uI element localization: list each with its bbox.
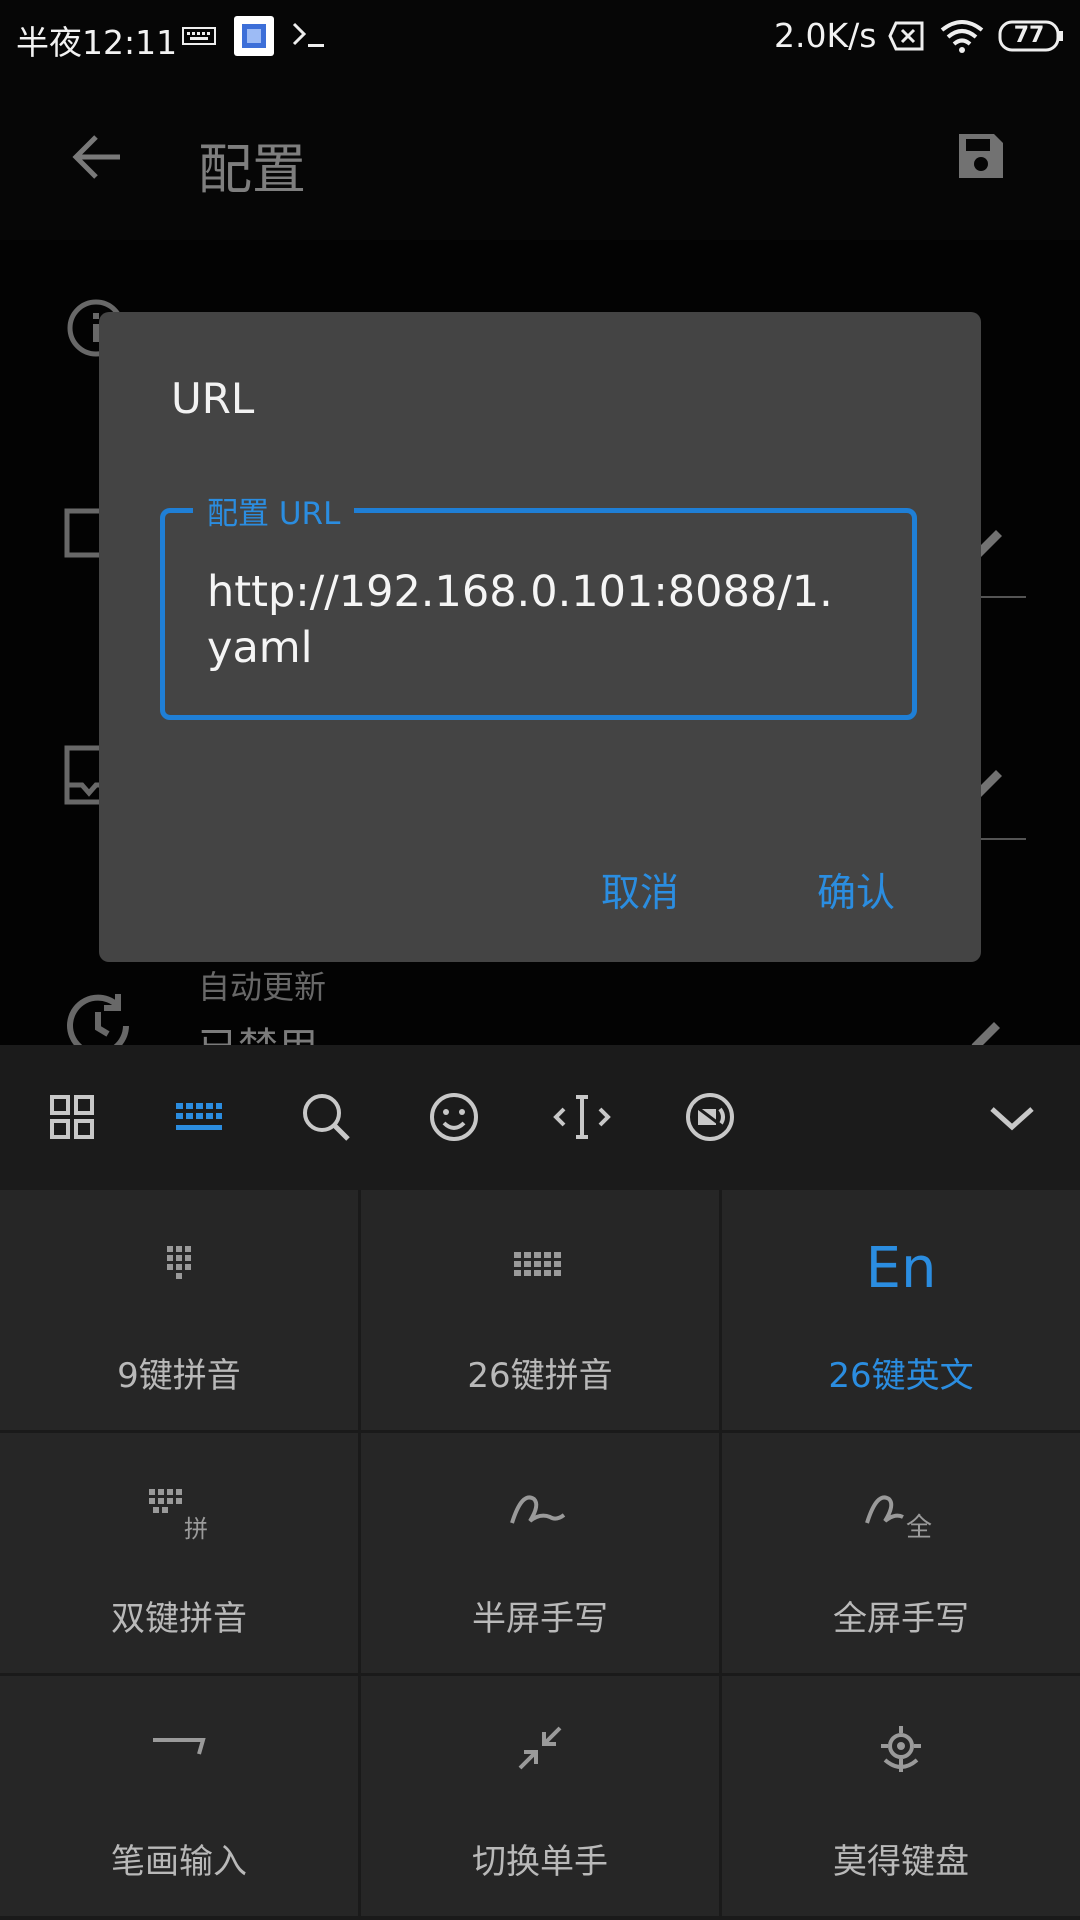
mode-one-handed[interactable]: 切换单手 [361,1676,719,1916]
status-time: 半夜12:11 [16,23,178,62]
emoji-icon[interactable] [418,1081,490,1153]
keyboard-layout-icon[interactable] [162,1081,234,1153]
terminal-icon [290,20,330,56]
dialog-title: URL [171,374,255,423]
url-input-value[interactable]: http://192.168.0.101:8088/1.yaml [207,564,847,676]
mode-9key-pinyin[interactable]: 9键拼音 [0,1190,358,1430]
mode-full-screen-handwriting[interactable]: 全 全屏手写 [722,1433,1080,1673]
network-speed: 2.0K/s [774,16,877,55]
voice-input-icon[interactable] [674,1081,746,1153]
keyboard-notification-icon [182,24,216,52]
url-dialog: URL 配置 URL http://192.168.0.101:8088/1.y… [99,312,981,962]
handwriting-icon [361,1477,719,1557]
mode-label: 笔画输入 [111,1842,247,1882]
mode-26key-english[interactable]: En 26键英文 [722,1190,1080,1430]
wifi-icon [940,18,984,58]
mode-26key-pinyin[interactable]: 26键拼音 [361,1190,719,1430]
status-bar: 半夜12:11 2.0K/s 77 [0,0,1080,75]
app-notification-icon [234,16,274,60]
mode-double-key-pinyin[interactable]: 拼 双键拼音 [0,1433,358,1673]
confirm-button[interactable]: 确认 [817,862,895,918]
search-icon[interactable] [290,1081,362,1153]
mode-no-keyboard[interactable]: 莫得键盘 [722,1676,1080,1916]
english-en-icon: En [865,1236,937,1301]
mode-label: 26键拼音 [467,1356,613,1396]
stroke-icon [0,1720,358,1800]
keyboard-toolbar [0,1045,1080,1190]
battery-indicator: 77 [998,20,1064,52]
mode-label: 莫得键盘 [833,1842,969,1882]
mode-label: 9键拼音 [117,1356,241,1396]
cancel-button[interactable]: 取消 [601,862,679,918]
mode-stroke-input[interactable]: 笔画输入 [0,1676,358,1916]
text-cursor-icon[interactable] [546,1081,618,1153]
badge-quan: 全 [906,1513,933,1543]
mode-label: 26键英文 [828,1356,974,1396]
mode-label: 切换单手 [472,1842,608,1882]
badge-pin: 拼 [184,1515,208,1543]
url-field-label: 配置 URL [193,488,355,533]
chevron-down-icon[interactable] [976,1081,1048,1153]
mode-label: 半屏手写 [472,1599,608,1639]
apps-grid-icon[interactable] [36,1081,108,1153]
shrink-arrows-icon [361,1720,719,1800]
keyboard-mode-grid: 9键拼音 26键拼音 En 26键英文 拼 双键拼音 半屏手写 全 全屏手写 笔… [0,1190,1080,1920]
double-key-icon: 拼 [0,1477,358,1557]
full-handwriting-icon: 全 [722,1477,1080,1557]
mode-half-screen-handwriting[interactable]: 半屏手写 [361,1433,719,1673]
mode-label: 双键拼音 [111,1599,247,1639]
nine-key-icon [0,1234,358,1314]
target-icon [722,1720,1080,1800]
qwerty-key-icon [361,1234,719,1314]
mode-label: 全屏手写 [833,1599,969,1639]
battery-level: 77 [1013,23,1045,48]
sim-error-icon [888,20,926,56]
